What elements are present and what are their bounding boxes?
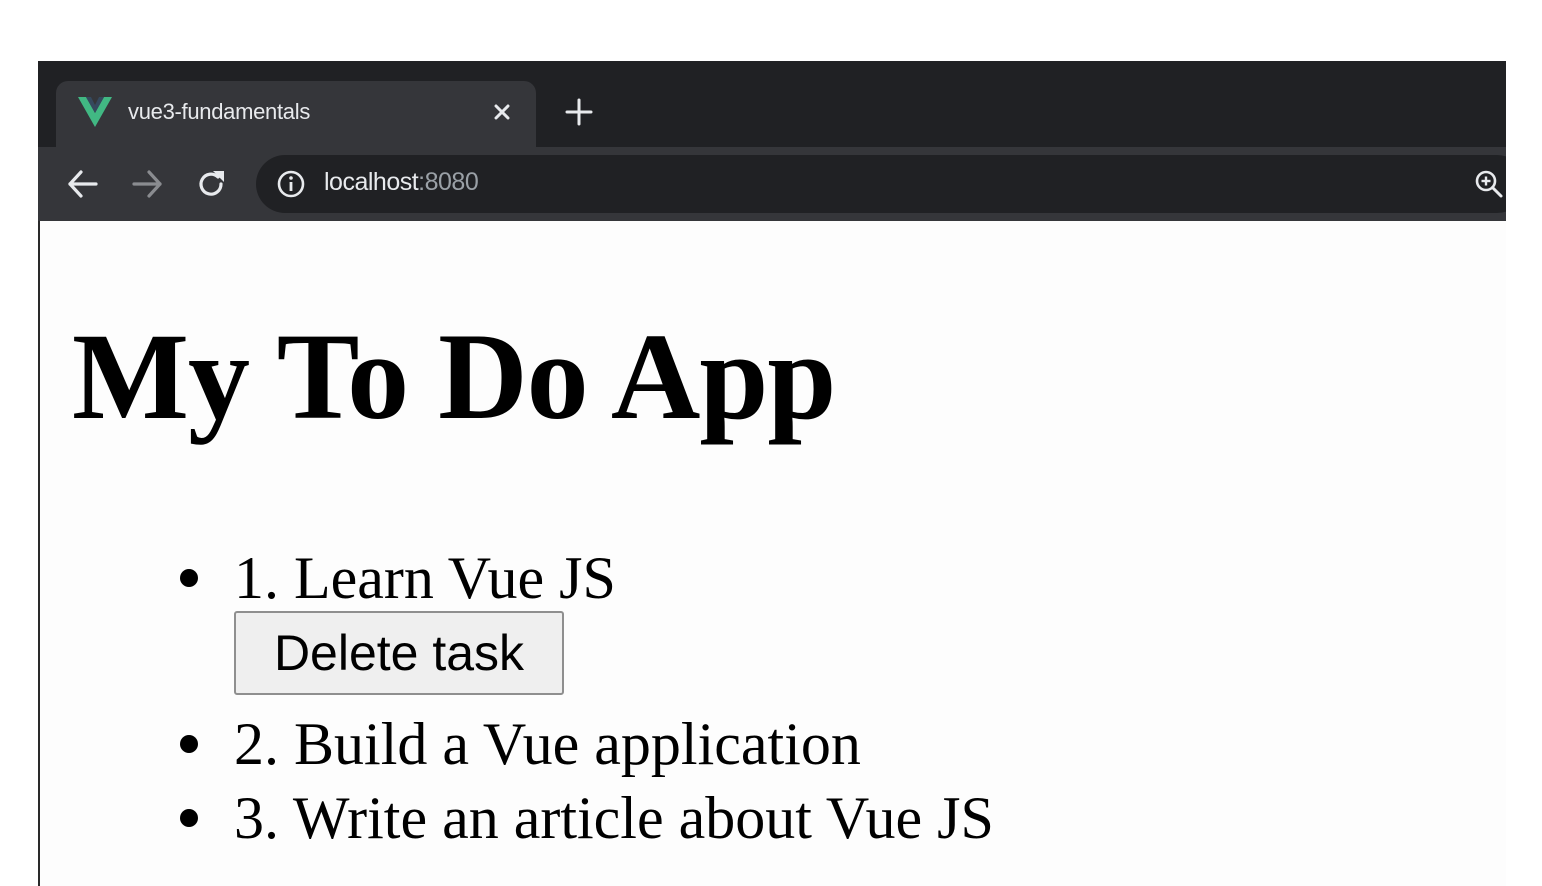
vue-logo-icon <box>78 97 112 127</box>
back-arrow-icon[interactable] <box>66 167 100 201</box>
task-text: 1. Learn Vue JS <box>234 545 616 611</box>
info-icon[interactable] <box>276 169 306 199</box>
forward-arrow-icon[interactable] <box>130 167 164 201</box>
list-item: 3. Write an article about Vue JS <box>176 781 994 855</box>
tab-strip: vue3-fundamentals <box>38 61 1506 147</box>
url-host: localhost <box>324 168 419 196</box>
tab-title: vue3-fundamentals <box>128 99 311 124</box>
screenshot-stage: vue3-fundamentals localhost:8080 My To D… <box>0 0 1542 886</box>
zoom-in-icon[interactable] <box>1474 169 1504 199</box>
close-icon[interactable] <box>488 98 516 126</box>
page-content: My To Do App 1. Learn Vue JS Delete task… <box>38 221 1506 886</box>
url-port: :8080 <box>418 168 479 196</box>
bullet-icon <box>180 735 198 753</box>
delete-task-button[interactable]: Delete task <box>234 611 564 695</box>
task-text: 2. Build a Vue application <box>234 711 861 777</box>
new-tab-plus-icon[interactable] <box>564 97 594 127</box>
list-item: 2. Build a Vue application <box>176 707 994 781</box>
reload-icon[interactable] <box>194 167 228 201</box>
list-item: 1. Learn Vue JS Delete task <box>176 541 994 695</box>
task-list: 1. Learn Vue JS Delete task 2. Build a V… <box>176 541 994 855</box>
bullet-icon <box>180 809 198 827</box>
page-title: My To Do App <box>72 308 836 445</box>
url-text[interactable]: localhost:8080 <box>324 168 479 197</box>
task-text: 3. Write an article about Vue JS <box>234 785 994 851</box>
browser-toolbar: localhost:8080 <box>38 147 1506 221</box>
browser-window: vue3-fundamentals localhost:8080 My To D… <box>38 61 1506 886</box>
bullet-icon <box>180 569 198 587</box>
address-bar[interactable]: localhost:8080 <box>256 155 1506 213</box>
tab-vue3-fundamentals[interactable]: vue3-fundamentals <box>56 81 536 147</box>
